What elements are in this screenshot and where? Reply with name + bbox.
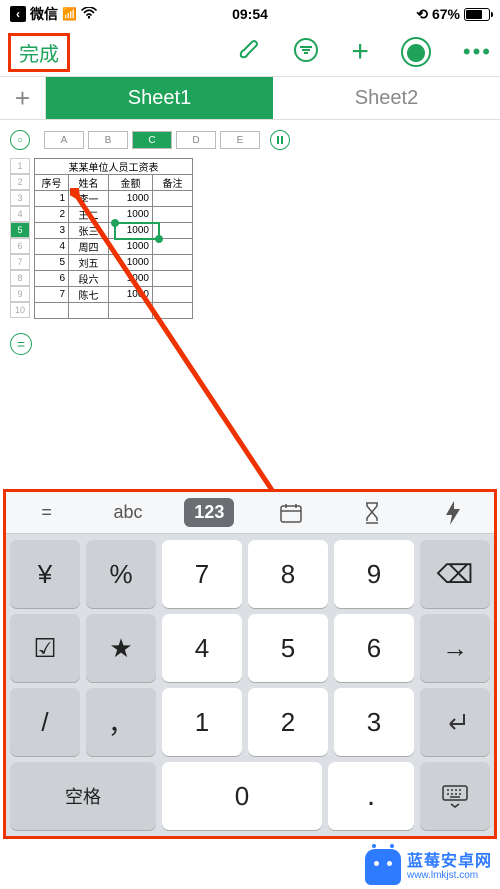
kb-7-key[interactable]: 7 <box>162 540 242 608</box>
kb-arrow-right-key[interactable]: → <box>420 614 490 682</box>
kb-hourglass-icon[interactable] <box>331 502 412 524</box>
row-header[interactable]: 7 <box>10 254 30 270</box>
col-header-c[interactable]: C <box>132 131 172 149</box>
kb-equals-button[interactable]: = <box>6 502 87 523</box>
watermark: 蓝莓安卓网 www.lmkjst.com <box>365 849 492 885</box>
kb-dot-key[interactable]: . <box>328 762 414 830</box>
col-header-e[interactable]: E <box>220 131 260 149</box>
row-header[interactable]: 2 <box>10 174 30 190</box>
pause-circle-icon[interactable] <box>270 130 290 150</box>
signal-icon: 📶 <box>62 7 77 21</box>
kb-comma-key[interactable]: ， <box>86 688 156 756</box>
sheet-tab-bar: + Sheet1 Sheet2 <box>0 76 500 120</box>
row-header[interactable]: 8 <box>10 270 30 286</box>
kb-bolt-icon[interactable] <box>413 501 494 525</box>
sheet-tab-1[interactable]: Sheet1 <box>46 77 273 119</box>
table-row: 7陈七1000 <box>35 287 193 303</box>
add-sheet-button[interactable]: + <box>0 77 46 119</box>
rotation-lock-icon: ⟲ <box>416 6 428 23</box>
kb-8-key[interactable]: 8 <box>248 540 328 608</box>
sheet-tab-2[interactable]: Sheet2 <box>273 77 500 119</box>
header-cell: 姓名 <box>69 175 109 191</box>
back-app-name: 微信 <box>30 4 58 24</box>
selection-handle-icon[interactable] <box>155 235 163 243</box>
add-icon[interactable]: + <box>351 35 369 69</box>
keyboard-toolbar: = abc 123 <box>6 492 494 534</box>
cell-selection[interactable] <box>114 222 160 240</box>
kb-5-key[interactable]: 5 <box>248 614 328 682</box>
kb-yen-key[interactable]: ¥ <box>10 540 80 608</box>
sheet-tab-label: Sheet2 <box>355 87 418 110</box>
kb-percent-key[interactable]: % <box>86 540 156 608</box>
table-row <box>35 303 193 319</box>
kb-checkbox-key[interactable]: ☑ <box>10 614 80 682</box>
battery-icon <box>464 8 490 21</box>
more-icon[interactable]: ••• <box>463 39 492 65</box>
row-header[interactable]: 3 <box>10 190 30 206</box>
main-toolbar: 完成 + ••• <box>0 28 500 76</box>
kb-star-key[interactable]: ★ <box>86 614 156 682</box>
row-header[interactable]: 1 <box>10 158 30 174</box>
kb-1-key[interactable]: 1 <box>162 688 242 756</box>
kb-123-button[interactable]: 123 <box>169 498 250 527</box>
kb-3-key[interactable]: 3 <box>334 688 414 756</box>
record-circle-icon[interactable]: ○ <box>10 130 30 150</box>
kb-6-key[interactable]: 6 <box>334 614 414 682</box>
watermark-logo-icon <box>365 849 401 885</box>
kb-abc-button[interactable]: abc <box>87 502 168 523</box>
back-to-app-icon[interactable]: ‹ <box>10 6 26 22</box>
formula-equals-button[interactable]: = <box>10 333 32 355</box>
col-header-b[interactable]: B <box>88 131 128 149</box>
kb-slash-key[interactable]: / <box>10 688 80 756</box>
kb-2-key[interactable]: 2 <box>248 688 328 756</box>
format-brush-icon[interactable] <box>237 38 261 67</box>
col-header-d[interactable]: D <box>176 131 216 149</box>
kb-enter-key[interactable] <box>420 688 490 756</box>
table-row: 1李一1000 <box>35 191 193 207</box>
header-cell: 备注 <box>153 175 193 191</box>
done-button[interactable]: 完成 <box>8 33 70 72</box>
kb-hide-keyboard-key[interactable] <box>420 762 490 830</box>
filter-circle-icon[interactable] <box>293 37 319 68</box>
selection-handle-icon[interactable] <box>111 219 119 227</box>
kb-9-key[interactable]: 9 <box>334 540 414 608</box>
table-title: 某某单位人员工资表 <box>35 159 193 175</box>
watermark-title: 蓝莓安卓网 <box>407 853 492 871</box>
kb-4-key[interactable]: 4 <box>162 614 242 682</box>
kb-date-icon[interactable] <box>250 503 331 523</box>
spreadsheet-area[interactable]: ○ A B C D E 1 2 3 4 5 6 7 8 9 10 某某单位人员工… <box>0 120 500 515</box>
table-row: 5刘五1000 <box>35 255 193 271</box>
row-header[interactable]: 10 <box>10 302 30 318</box>
wifi-icon <box>81 6 97 22</box>
row-header[interactable]: 5 <box>10 222 30 238</box>
watermark-url: www.lmkjst.com <box>407 870 492 881</box>
row-headers: 1 2 3 4 5 6 7 8 9 10 <box>10 158 30 319</box>
battery-pct: 67% <box>432 6 460 22</box>
status-time: 09:54 <box>170 6 330 22</box>
kb-backspace-key[interactable]: ⌫ <box>420 540 490 608</box>
row-header[interactable]: 6 <box>10 238 30 254</box>
numeric-keyboard: = abc 123 ¥ ☑ / % ★ ， 7 8 9 <box>3 489 497 839</box>
header-cell: 序号 <box>35 175 69 191</box>
sheet-tab-label: Sheet1 <box>128 87 191 110</box>
kb-space-key[interactable]: 空格 <box>10 762 156 830</box>
status-bar: ‹ 微信 📶 09:54 ⟲ 67% <box>0 0 500 28</box>
table-row: 6段六1000 <box>35 271 193 287</box>
row-header[interactable]: 4 <box>10 206 30 222</box>
col-header-a[interactable]: A <box>44 131 84 149</box>
row-header[interactable]: 9 <box>10 286 30 302</box>
profile-icon[interactable] <box>401 37 431 67</box>
header-cell: 金额 <box>109 175 153 191</box>
kb-0-key[interactable]: 0 <box>162 762 322 830</box>
table-row: 4周四1000 <box>35 239 193 255</box>
